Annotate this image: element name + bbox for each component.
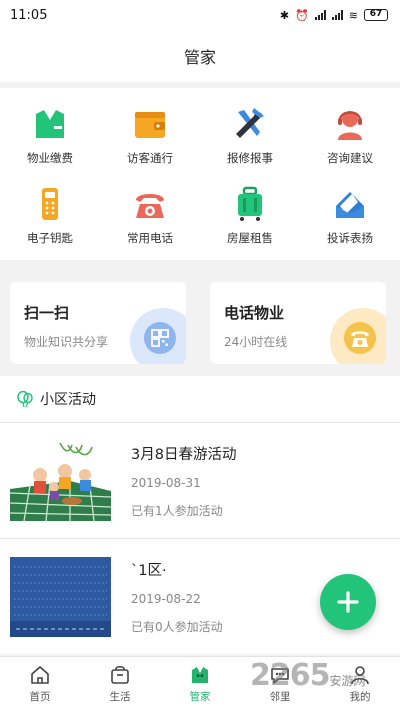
service-repair[interactable]: 报修报事 — [200, 96, 300, 176]
chat-icon — [271, 668, 289, 684]
activity-title: 3月8日春游活动 — [131, 446, 237, 463]
key-fob-icon — [42, 188, 58, 220]
service-complaint[interactable]: 投诉表扬 — [300, 176, 400, 256]
service-label: 电子钥匙 — [27, 231, 73, 245]
section-title: 小区活动 — [40, 392, 96, 408]
activity-date: 2019-08-22 — [131, 591, 201, 606]
add-activity-button[interactable] — [320, 574, 376, 630]
service-consult[interactable]: 咨询建议 — [300, 96, 400, 176]
activity-item[interactable]: 3月8日春游活动 2019-08-31 已有1人参加活动 — [0, 422, 400, 538]
activity-image-picnic — [10, 440, 111, 521]
service-label: 报修报事 — [227, 151, 273, 165]
luggage-icon — [238, 186, 262, 221]
tab-neighbors[interactable]: 邻里 — [240, 657, 320, 711]
signal-icon — [314, 10, 326, 20]
service-house-rental[interactable]: 房屋租售 — [200, 176, 300, 256]
bottom-tab-bar: 首页 生活 管家 邻里 我的 — [0, 656, 400, 711]
call-property-card[interactable]: 电话物业 24小时在线 — [210, 282, 386, 364]
activity-info: `1区· 2019-08-22 已有0人参加活动 — [131, 559, 223, 635]
activity-participants: 已有1人参加活动 — [131, 503, 223, 518]
bluetooth-icon: ✱ — [279, 8, 290, 22]
tab-home[interactable]: 首页 — [0, 657, 80, 711]
page-title: 管家 — [183, 48, 216, 67]
telephone-icon — [344, 322, 376, 354]
page-header: 管家 — [0, 30, 400, 82]
tab-label: 邻里 — [269, 691, 291, 703]
service-grid: 物业缴费 访客通行 报修报事 咨询建议 电子钥匙 常用电话 房屋租售 投诉表扬 — [0, 88, 400, 260]
shopping-bag-icon — [111, 665, 129, 684]
balloons-icon — [17, 390, 33, 408]
scan-card[interactable]: 扫一扫 物业知识共分享 — [10, 282, 186, 364]
service-property-fee[interactable]: 物业缴费 — [0, 96, 100, 176]
signal-icon-2 — [331, 10, 343, 20]
tab-label: 管家 — [189, 691, 211, 703]
envelope-icon — [336, 192, 364, 218]
service-visitor-pass[interactable]: 访客通行 — [100, 96, 200, 176]
service-label: 物业缴费 — [27, 151, 73, 165]
tools-icon — [236, 108, 264, 138]
service-label: 房屋租售 — [227, 231, 273, 245]
service-label: 咨询建议 — [327, 151, 373, 165]
community-activities-header: 小区活动 — [0, 376, 400, 422]
status-icons: ✱ ⏰ ≋ 67 — [280, 9, 388, 22]
telephone-icon — [136, 194, 164, 218]
service-e-key[interactable]: 电子钥匙 — [0, 176, 100, 256]
battery-icon: 67 — [364, 9, 388, 21]
quick-actions: 扫一扫 物业知识共分享 电话物业 24小时在线 — [0, 268, 400, 368]
activity-image-banner — [10, 556, 111, 637]
activity-title: `1区· — [131, 562, 167, 579]
tab-mine[interactable]: 我的 — [320, 657, 400, 711]
support-agent-icon — [338, 111, 362, 140]
butler-icon — [192, 667, 208, 683]
plus-icon — [337, 591, 359, 613]
tab-label: 我的 — [349, 691, 371, 703]
service-common-phone[interactable]: 常用电话 — [100, 176, 200, 256]
tab-label: 首页 — [29, 691, 51, 703]
status-bar: 11:05 ✱ ⏰ ≋ 67 — [0, 0, 400, 30]
activity-date: 2019-08-31 — [131, 475, 201, 490]
activity-participants: 已有0人参加活动 — [131, 619, 223, 634]
shirt-icon — [36, 110, 64, 138]
tab-butler[interactable]: 管家 — [160, 657, 240, 711]
wifi-icon: ≋ — [348, 8, 358, 22]
home-icon — [31, 666, 49, 684]
status-time: 11:05 — [10, 7, 48, 23]
tab-life[interactable]: 生活 — [80, 657, 160, 711]
service-label: 常用电话 — [127, 231, 173, 245]
service-label: 投诉表扬 — [327, 231, 373, 245]
service-label: 访客通行 — [127, 151, 173, 165]
wallet-icon — [135, 112, 165, 138]
user-icon — [351, 666, 369, 685]
alarm-icon: ⏰ — [295, 8, 309, 22]
qr-code-icon — [144, 322, 176, 354]
tab-label: 生活 — [109, 691, 131, 703]
activity-info: 3月8日春游活动 2019-08-31 已有1人参加活动 — [131, 443, 236, 519]
